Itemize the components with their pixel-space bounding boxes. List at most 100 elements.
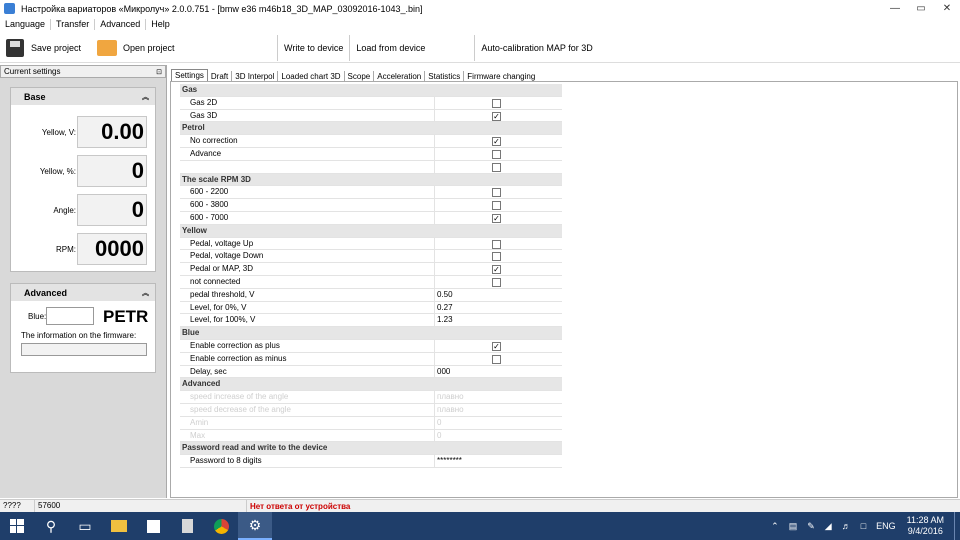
grid-row-value[interactable] (434, 109, 562, 123)
base-group-header[interactable]: Base ︽ (11, 88, 155, 105)
grid-row-label: Amin (190, 417, 209, 427)
grid-row-value[interactable] (434, 135, 562, 148)
menu-help[interactable]: Help (146, 19, 175, 30)
pen-icon[interactable]: ✎ (802, 521, 820, 532)
maximize-button[interactable]: ▭ (908, 0, 934, 17)
collapse-icon[interactable]: ︽ (142, 288, 149, 298)
grid-row-value[interactable] (434, 186, 562, 200)
store-icon[interactable] (136, 512, 170, 540)
grid-row (180, 160, 562, 174)
grid-row-value: 0 (434, 416, 562, 430)
show-desktop-button[interactable] (954, 512, 960, 540)
settings-property-grid: Gas Gas 2D Gas 3D ✓ Petrol No correction ✓ Adva… (180, 84, 562, 468)
grid-row-label: pedal threshold, V (190, 289, 255, 299)
variator-app-taskbar-icon[interactable]: ⚙ (238, 512, 272, 540)
close-button[interactable]: ✕ (934, 0, 960, 17)
grid-row-value[interactable] (434, 250, 562, 264)
rpm-value: 0000 (77, 233, 147, 265)
menu-language[interactable]: Language (0, 19, 52, 30)
pin-icon[interactable]: ⊡ (156, 68, 165, 76)
grid-row-value[interactable] (434, 352, 562, 366)
grid-row: Gas 2D (180, 96, 562, 110)
minimize-button[interactable]: — (882, 0, 908, 17)
grid-category[interactable]: Advanced (180, 378, 562, 392)
chat-icon[interactable]: □ (856, 521, 871, 531)
grid-row: Pedal, voltage Down (180, 250, 562, 264)
grid-row-value[interactable] (434, 263, 562, 276)
yellow-percent-value: 0 (77, 155, 147, 187)
grid-row: 600 - 7000 ✓ (180, 211, 562, 225)
grid-row-value: 0 (434, 429, 562, 443)
start-button[interactable] (0, 512, 34, 540)
grid-row-value[interactable] (434, 160, 562, 174)
menu-advanced[interactable]: Advanced (95, 19, 147, 30)
rpm-label: RPM: (56, 245, 76, 254)
panel-title: Current settings (4, 67, 61, 76)
system-tray: ⌃ ▤ ✎ ◢ ♬ □ ENG 11:28 AM 9/4/2016 (766, 512, 960, 540)
load-from-device-button[interactable]: Load from device (350, 36, 474, 60)
grid-row: Level, for 100%, V 1.23 (180, 314, 562, 328)
grid-row-value[interactable]: 1.23 (434, 314, 562, 328)
windows-taskbar: ⚲ ▭ ⚙ ⌃ ▤ ✎ ◢ ♬ □ ENG 11:28 AM 9/4/2016 (0, 512, 960, 540)
grid-row-value[interactable] (434, 237, 562, 251)
grid-category[interactable]: Yellow (180, 224, 562, 238)
open-project-button[interactable]: Open project (87, 36, 277, 60)
collapse-icon[interactable]: ︽ (142, 92, 149, 102)
grid-row: Enable correction as plus ✓ (180, 339, 562, 353)
auto-calibration-button[interactable]: Auto-calibration MAP for 3D (475, 36, 598, 60)
wifi-icon[interactable]: ◢ (820, 521, 837, 532)
save-project-button[interactable]: Save project (0, 36, 87, 60)
write-to-device-button[interactable]: Write to device (278, 36, 349, 60)
grid-row-value[interactable] (434, 275, 562, 289)
firmware-info-field (21, 343, 147, 356)
volume-icon[interactable]: ♬ (837, 521, 856, 531)
grid-row: Pedal, voltage Up (180, 237, 562, 251)
current-settings-panel: Current settings ⊡ Base ︽ Yellow, V: 0.0… (0, 65, 167, 498)
grid-row: not connected (180, 275, 562, 289)
grid-row-value[interactable]: 000 (434, 365, 562, 379)
chrome-icon[interactable] (204, 512, 238, 540)
grid-row: Password to 8 digits ******** (180, 455, 562, 468)
grid-row-label: Enable correction as plus (190, 340, 280, 350)
grid-row-label: not connected (190, 276, 241, 286)
blue-indicator (46, 307, 94, 325)
chevron-up-icon[interactable]: ⌃ (766, 521, 784, 532)
grid-row-value[interactable] (434, 339, 562, 353)
file-explorer-icon[interactable] (102, 512, 136, 540)
base-group: Base ︽ Yellow, V: 0.00 Yellow, %: 0 Angl… (10, 87, 156, 272)
calculator-icon[interactable] (170, 512, 204, 540)
network-icon[interactable]: ▤ (784, 521, 803, 532)
task-view-icon[interactable]: ▭ (68, 512, 102, 540)
grid-category[interactable]: The scale RPM 3D (180, 173, 562, 187)
search-icon[interactable]: ⚲ (34, 512, 68, 540)
grid-row-value[interactable] (434, 96, 562, 110)
advanced-group-header[interactable]: Advanced ︽ (11, 284, 155, 301)
menu-transfer[interactable]: Transfer (51, 19, 96, 30)
grid-category[interactable]: Petrol (180, 122, 562, 136)
grid-row-value[interactable]: 0.27 (434, 301, 562, 315)
grid-category[interactable]: Gas (180, 84, 562, 97)
blue-row: Blue: PETR (11, 307, 157, 327)
firmware-name: PETR (103, 307, 149, 326)
clock-date: 9/4/2016 (907, 526, 943, 536)
grid-row-value[interactable]: ******** (434, 455, 562, 468)
grid-row: No correction ✓ (180, 135, 562, 148)
grid-category[interactable]: Blue (180, 327, 562, 340)
grid-row-value[interactable] (434, 199, 562, 212)
advanced-group: Advanced ︽ Blue: PETR The information on… (10, 283, 156, 373)
grid-row-value[interactable] (434, 211, 562, 225)
blue-label: Blue: (28, 312, 47, 321)
windows-logo-icon (10, 519, 24, 533)
language-indicator[interactable]: ENG (871, 521, 901, 531)
clock[interactable]: 11:28 AM 9/4/2016 (901, 515, 954, 537)
grid-row: Level, for 0%, V 0.27 (180, 301, 562, 315)
grid-row: 600 - 2200 (180, 186, 562, 200)
grid-row-label: Enable correction as minus (190, 353, 287, 363)
grid-category[interactable]: Password read and write to the device (180, 442, 562, 456)
angle-value: 0 (77, 194, 147, 226)
grid-row-label: Pedal, voltage Up (190, 238, 254, 248)
status-baud: 57600 (35, 499, 247, 513)
grid-row-value[interactable]: 0.50 (434, 288, 562, 302)
grid-row-value[interactable] (434, 147, 562, 161)
angle-row: Angle: 0 (11, 194, 157, 226)
